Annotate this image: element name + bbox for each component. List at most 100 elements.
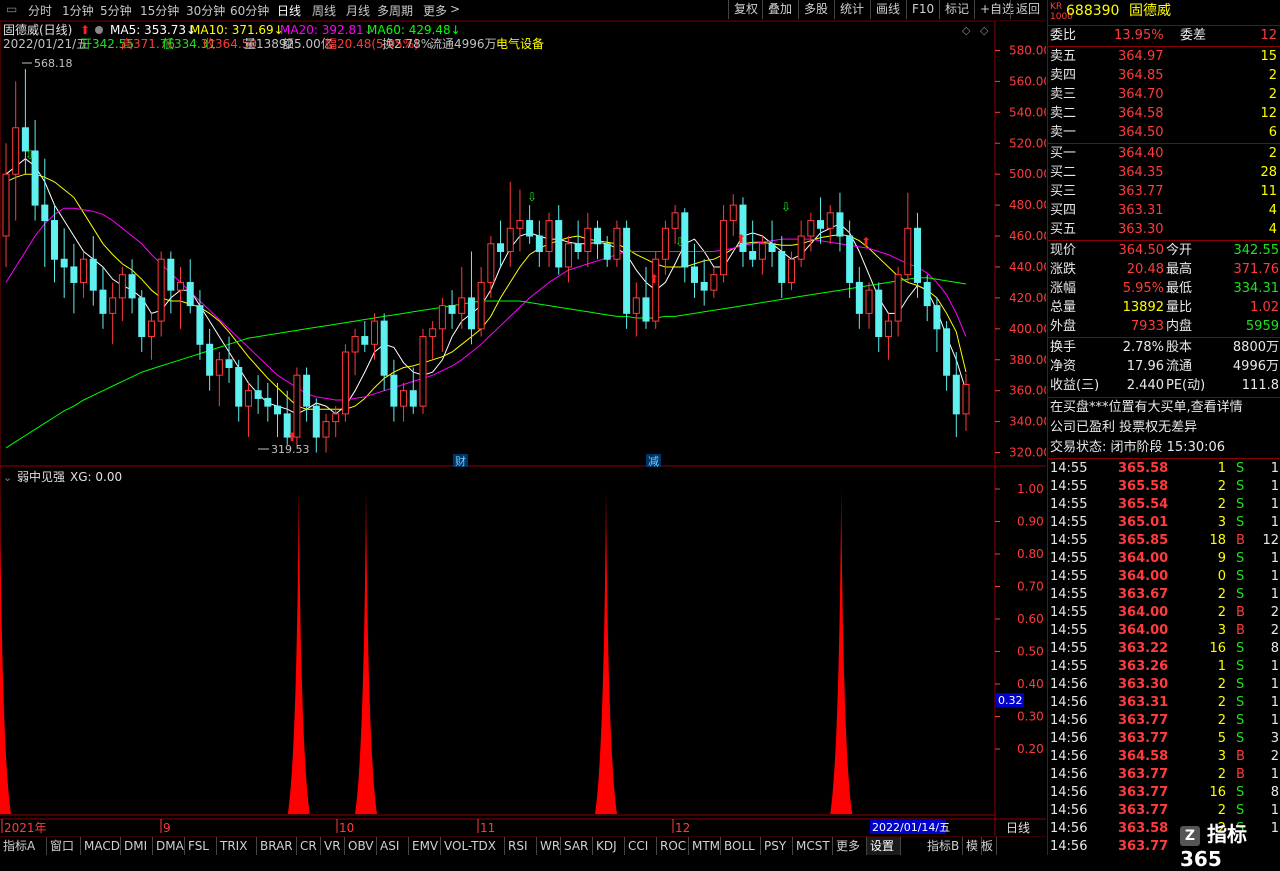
toolbar-button-2[interactable]: 多股 <box>798 0 834 19</box>
candle[interactable] <box>613 227 621 260</box>
candle[interactable] <box>118 274 126 299</box>
indicator-tab-10[interactable]: OBV <box>345 837 377 855</box>
candle[interactable] <box>933 305 941 330</box>
indicator-tab-19[interactable]: ROC <box>657 837 689 855</box>
indicator-tab-16[interactable]: SAR <box>561 837 593 855</box>
candle[interactable] <box>584 227 592 253</box>
tick-list[interactable]: 14:55 365.58 1 S 1 14:55 365.58 2 S 1 14:55 365.54 2… <box>1048 460 1280 855</box>
candle[interactable] <box>206 343 214 376</box>
candle[interactable] <box>89 258 97 291</box>
sell-price[interactable]: 364.85 <box>1118 67 1164 85</box>
sell-row-2[interactable]: 卖三 364.70 2 <box>1048 86 1280 104</box>
indicator-tab-7[interactable]: BRAR <box>257 837 297 855</box>
candle[interactable] <box>264 397 272 407</box>
buy-row-4[interactable]: 买五 363.30 4 <box>1048 221 1280 239</box>
candle[interactable] <box>768 243 776 252</box>
candle[interactable] <box>904 227 912 276</box>
candle[interactable] <box>807 220 815 237</box>
toolbar-button-0[interactable]: 复权 <box>728 0 762 19</box>
candle[interactable] <box>196 305 204 345</box>
bottom-right-tab-0[interactable]: 指标B <box>924 837 964 855</box>
candle[interactable] <box>855 281 863 314</box>
candle[interactable] <box>429 328 437 338</box>
candle[interactable] <box>157 258 165 322</box>
candle[interactable] <box>332 413 340 423</box>
candle[interactable] <box>749 251 757 260</box>
candle[interactable] <box>458 297 466 314</box>
candle[interactable] <box>778 251 786 283</box>
sell-price[interactable]: 364.97 <box>1118 48 1164 66</box>
sell-price[interactable]: 364.70 <box>1118 86 1164 104</box>
candle[interactable] <box>923 281 931 307</box>
period-tab-4[interactable]: 30分钟 <box>186 2 225 19</box>
candle[interactable] <box>836 212 844 237</box>
period-tab-7[interactable]: 周线 <box>312 2 336 19</box>
toolbar-button-1[interactable]: 叠加 <box>762 0 798 19</box>
buy-price[interactable]: 363.31 <box>1118 202 1164 220</box>
candle[interactable] <box>865 289 873 314</box>
toolbar-button-6[interactable]: 标记 <box>939 0 974 19</box>
candle[interactable] <box>361 336 369 345</box>
candle[interactable] <box>128 274 136 299</box>
sell-row-4[interactable]: 卖一 364.50 6 <box>1048 124 1280 142</box>
diamond-icon-2[interactable]: ◇ <box>980 24 989 37</box>
candle[interactable] <box>661 227 669 260</box>
candle[interactable] <box>312 405 320 438</box>
candle[interactable] <box>12 127 20 175</box>
candle[interactable] <box>400 390 408 407</box>
candle[interactable] <box>535 235 543 253</box>
candle[interactable] <box>914 227 922 283</box>
candle[interactable] <box>225 359 233 368</box>
indicator-tab-24[interactable]: 更多 <box>833 837 867 855</box>
candle[interactable] <box>370 320 378 345</box>
candle[interactable] <box>710 274 718 291</box>
chart-area[interactable]: 580.00 560.00 540.00 520.00 500.00 480.00 460.… <box>0 20 1051 836</box>
candle[interactable] <box>215 359 223 376</box>
candle[interactable] <box>99 289 107 314</box>
candle[interactable] <box>60 258 68 268</box>
candle[interactable] <box>438 305 446 330</box>
candle[interactable] <box>594 227 602 245</box>
indicator-tab-17[interactable]: KDJ <box>593 837 625 855</box>
candle[interactable] <box>487 243 495 283</box>
candle[interactable] <box>875 289 883 338</box>
indicator-dropdown-icon[interactable]: ⌄ <box>3 471 12 484</box>
candle[interactable] <box>70 266 78 283</box>
candle[interactable] <box>506 227 514 253</box>
event-label-0[interactable]: 财 <box>455 454 466 468</box>
sell-price[interactable]: 364.50 <box>1118 124 1164 142</box>
indicator-tab-22[interactable]: PSY <box>761 837 793 855</box>
candle[interactable] <box>138 297 146 338</box>
candle[interactable] <box>952 374 960 415</box>
indicator-tab-21[interactable]: BOLL <box>721 837 761 855</box>
candle[interactable] <box>50 220 58 260</box>
candle[interactable] <box>962 383 970 415</box>
indicator-tab-11[interactable]: ASI <box>377 837 409 855</box>
period-tab-9[interactable]: 多周期 <box>377 2 413 19</box>
candle[interactable] <box>380 320 388 376</box>
buy-row-1[interactable]: 买二 364.35 28 <box>1048 164 1280 182</box>
indicator-tab-3[interactable]: DMI <box>121 837 153 855</box>
indicator-tab-23[interactable]: MCST <box>793 837 833 855</box>
indicator-tab-9[interactable]: VR <box>321 837 345 855</box>
more-arrow-icon[interactable]: > <box>450 2 460 16</box>
candle[interactable] <box>254 390 262 399</box>
candle[interactable] <box>526 220 534 237</box>
indicator-tab-18[interactable]: CCI <box>625 837 657 855</box>
candle[interactable] <box>846 235 854 283</box>
candle[interactable] <box>147 320 155 338</box>
event-label-1[interactable]: 减 <box>648 455 659 468</box>
candle[interactable] <box>787 258 795 283</box>
candle[interactable] <box>943 328 951 376</box>
candle[interactable] <box>826 212 834 229</box>
period-tab-3[interactable]: 15分钟 <box>140 2 179 19</box>
candle[interactable] <box>690 266 698 283</box>
buy-row-0[interactable]: 买一 364.40 2 <box>1048 145 1280 163</box>
indicator-tab-0[interactable]: 指标A <box>0 837 47 855</box>
candle[interactable] <box>419 336 427 407</box>
candle[interactable] <box>109 297 117 314</box>
notice1-text[interactable]: 在买盘***位置有大买单,查看详情 <box>1050 399 1243 417</box>
candle[interactable] <box>467 297 475 330</box>
buy-row-3[interactable]: 买四 363.31 4 <box>1048 202 1280 220</box>
candle[interactable] <box>477 281 485 330</box>
